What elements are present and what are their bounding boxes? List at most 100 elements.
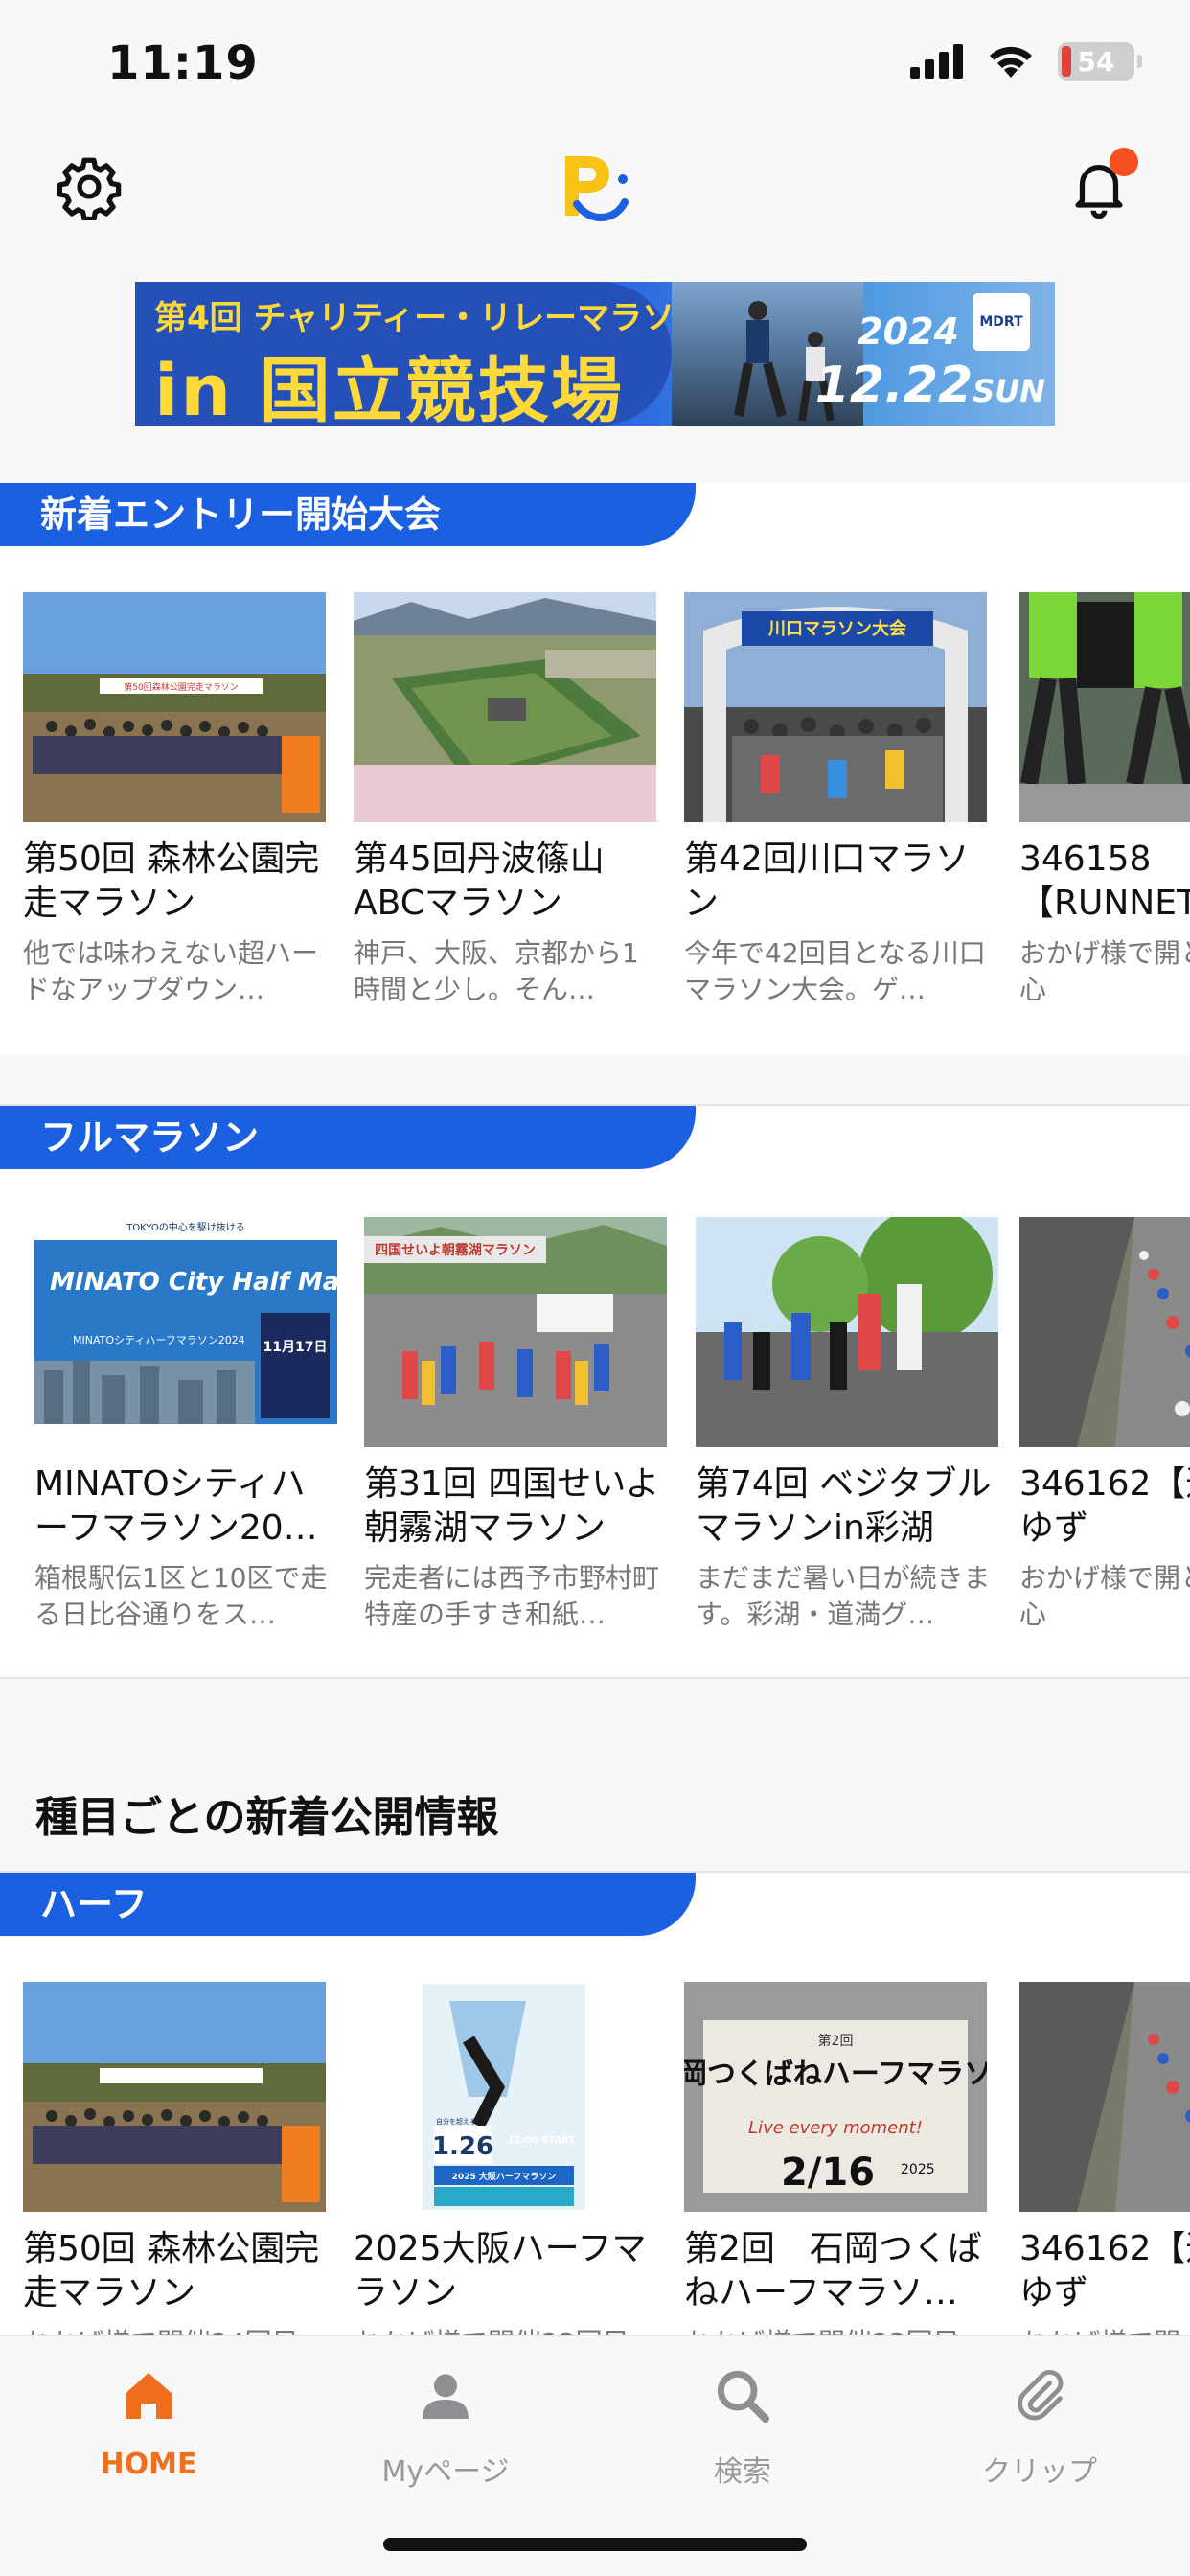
race-photo bbox=[1019, 592, 1190, 822]
tab-label: HOME bbox=[100, 2448, 197, 2481]
race-banner-text: 第50回森林公園完走マラソン bbox=[124, 681, 238, 693]
banner-area: 第4回 チャリティー・リレーマラソン in 国立競技場 MDRT 2024 12… bbox=[0, 249, 1190, 483]
tab-label: Myページ bbox=[381, 2455, 510, 2489]
race-description: おかげ様で開となり、初心 bbox=[1019, 1562, 1190, 1630]
race-card[interactable]: 第50回 森林公園完走マラソン おかげ様で開催24回目 bbox=[23, 1982, 326, 2334]
race-description: 他では味わえない超ハードなアップダウン… bbox=[23, 937, 319, 1005]
section-new-entry: 新着エントリー開始大会 第50回森林公園完走マラソン 第50回 森林公園完走マラ… bbox=[0, 483, 1190, 1054]
cellular-signal-icon bbox=[910, 44, 963, 79]
race-photo: 第2回 石岡つくばねハーフマラソン Live every moment! 2/1… bbox=[684, 1982, 987, 2212]
banner-year: 2024 bbox=[858, 310, 959, 353]
banner-date-value: 12.22 bbox=[814, 356, 973, 414]
sponsor-logo: MDRT bbox=[973, 293, 1030, 351]
race-description: おかげ様で開 bbox=[1019, 2325, 1190, 2334]
race-title: 346162【通常・ゆず bbox=[1019, 2229, 1190, 2312]
battery-level: 54 bbox=[1077, 45, 1115, 78]
poster-date: 1.26 bbox=[432, 2132, 493, 2161]
race-card[interactable]: 346162【通常・ゆず おかげ様で開 bbox=[1019, 1982, 1190, 2334]
race-description: 今年で42回目となる川口マラソン大会。ゲ… bbox=[684, 937, 986, 1005]
notification-button[interactable] bbox=[1065, 148, 1138, 220]
race-card[interactable]: 自分を超えろ! 1.26 12:00 START 2025 大阪ハーフマラソン … bbox=[354, 1982, 656, 2334]
arch-text: 川口マラソン大会 bbox=[767, 618, 906, 639]
status-bar: 11:19 54 bbox=[0, 0, 1190, 125]
race-photo: 自分を超えろ! 1.26 12:00 START 2025 大阪ハーフマラソン bbox=[354, 1982, 656, 2212]
race-card[interactable]: TOKYOの中心を駆け抜ける MINATO City Half Marathon… bbox=[34, 1217, 337, 1633]
poster-title: 2025 大阪ハーフマラソン bbox=[452, 2171, 557, 2182]
paperclip-icon bbox=[1018, 2369, 1064, 2421]
race-title: 第45回丹波篠山ABCマラソン bbox=[354, 840, 605, 923]
app-header bbox=[0, 125, 1190, 249]
poster-caption: 自分を超えろ! bbox=[436, 2117, 479, 2126]
race-description: おかげ様で開となり、初心 bbox=[1019, 937, 1190, 1005]
race-card[interactable]: 第50回森林公園完走マラソン 第50回 森林公園完走マラソン 他では味わえない超… bbox=[23, 592, 326, 1008]
card-carousel[interactable]: 第50回 森林公園完走マラソン おかげ様で開催24回目 自分を超えろ! 1.26… bbox=[0, 1982, 1190, 2334]
poster-date: 11月17日 bbox=[263, 1340, 328, 1355]
tab-clip[interactable]: クリップ bbox=[944, 2365, 1135, 2490]
tab-label: クリップ bbox=[982, 2455, 1097, 2489]
search-icon bbox=[717, 2370, 769, 2423]
banner-title: in 国立競技場 bbox=[154, 350, 624, 426]
wifi-icon bbox=[990, 46, 1032, 78]
race-title: 第74回 ベジタブルマラソンin彩湖 bbox=[696, 1464, 992, 1548]
race-description: おかげ様で開催23回目 bbox=[684, 2325, 987, 2334]
race-description: おかげ様で開催23回目 bbox=[354, 2325, 656, 2334]
section-half: ハーフ 第50回 森林公園完走マラソン おかげ様で開催24回目 bbox=[0, 1873, 1190, 2334]
race-photo: 四国せいよ朝霧湖マラソン bbox=[364, 1217, 667, 1447]
race-card[interactable]: 四国せいよ朝霧湖マラソン 第31回 四国せいよ朝霧湖マラソン 完走者には西予市野… bbox=[364, 1217, 667, 1633]
race-card[interactable]: 第45回丹波篠山ABCマラソン 神戸、大阪、京都から1時間と少し。そん… bbox=[354, 592, 656, 1008]
person-icon bbox=[423, 2374, 469, 2419]
banner-date: 12.22SUN bbox=[815, 356, 1045, 414]
poster-subtitle: MINATOシティハーフマラソン2024 bbox=[73, 1334, 245, 1346]
race-photo bbox=[1019, 1982, 1190, 2212]
notification-badge bbox=[1110, 148, 1138, 176]
race-card[interactable]: 第74回 ベジタブルマラソンin彩湖 まだまだ暑い日が続きます。彩湖・道満グ… bbox=[696, 1217, 998, 1633]
poster-round: 第2回 bbox=[818, 2033, 854, 2049]
section-gap bbox=[0, 1054, 1190, 1104]
home-icon bbox=[126, 2373, 172, 2419]
promo-banner[interactable]: 第4回 チャリティー・リレーマラソン in 国立競技場 MDRT 2024 12… bbox=[135, 282, 1055, 426]
race-title: 346162【通常・ゆず bbox=[1019, 1464, 1190, 1548]
section-full-marathon: フルマラソン TOKYOの中心を駆け抜ける MINATO City Half M… bbox=[0, 1106, 1190, 1677]
race-photo bbox=[23, 1982, 326, 2212]
card-carousel[interactable]: TOKYOの中心を駆け抜ける MINATO City Half Marathon… bbox=[0, 1217, 1190, 1658]
race-photo: TOKYOの中心を駆け抜ける MINATO City Half Marathon… bbox=[34, 1217, 337, 1447]
race-description: 完走者には西予市野村町特産の手すき和紙… bbox=[364, 1562, 660, 1630]
banner-weekday: SUN bbox=[973, 373, 1045, 409]
race-title: 第50回 森林公園完走マラソン bbox=[23, 840, 320, 923]
race-photo bbox=[696, 1217, 998, 1447]
race-title: 第42回川口マラソン bbox=[684, 840, 970, 923]
section-title: ハーフ bbox=[0, 1873, 696, 1936]
race-title: 第2回 石岡つくばねハーフマラソ… bbox=[684, 2229, 982, 2312]
gear-icon[interactable] bbox=[56, 153, 123, 220]
poster-start: 12:00 START bbox=[508, 2135, 576, 2146]
race-card[interactable]: 346158【RUNNET おかげ様で開となり、初心 bbox=[1019, 592, 1190, 1008]
app-logo bbox=[565, 156, 629, 221]
race-description: おかげ様で開催24回目 bbox=[23, 2325, 326, 2334]
status-time: 11:19 bbox=[107, 36, 259, 90]
tab-search[interactable]: 検索 bbox=[647, 2365, 838, 2490]
race-title: 第50回 森林公園完走マラソン bbox=[23, 2229, 320, 2312]
race-card[interactable]: 川口マラソン大会 第42回川口マラソン 今年で42回目となる川口マラソン大会。ゲ… bbox=[684, 592, 987, 1008]
race-banner-text: 四国せいよ朝霧湖マラソン bbox=[375, 1242, 536, 1258]
section-title: フルマラソン bbox=[0, 1106, 696, 1169]
section-title: 新着エントリー開始大会 bbox=[0, 483, 696, 546]
race-photo: 川口マラソン大会 bbox=[684, 592, 987, 822]
battery-icon: 54 bbox=[1058, 42, 1142, 80]
tab-home[interactable]: HOME bbox=[53, 2365, 244, 2481]
race-photo bbox=[354, 592, 656, 822]
race-card[interactable]: 346162【通常・ゆず おかげ様で開となり、初心 bbox=[1019, 1217, 1190, 1633]
poster-title: 石岡つくばねハーフマラソン bbox=[684, 2058, 987, 2091]
poster-year: 2025 bbox=[901, 2162, 935, 2177]
tab-label: 検索 bbox=[714, 2455, 771, 2489]
race-photo: 第50回森林公園完走マラソン bbox=[23, 592, 326, 822]
race-description: まだまだ暑い日が続きます。彩湖・道満グ… bbox=[696, 1562, 991, 1630]
card-carousel[interactable]: 第50回森林公園完走マラソン 第50回 森林公園完走マラソン 他では味わえない超… bbox=[0, 592, 1190, 1033]
race-card[interactable]: 第2回 石岡つくばねハーフマラソン Live every moment! 2/1… bbox=[684, 1982, 987, 2334]
race-title: 346158【RUNNET bbox=[1019, 840, 1190, 923]
race-title: MINATOシティハーフマラソン20… bbox=[34, 1464, 318, 1548]
race-description: 箱根駅伝1区と10区で走る日比谷通りをス… bbox=[34, 1562, 328, 1630]
home-indicator[interactable] bbox=[383, 2538, 807, 2551]
tab-mypage[interactable]: Myページ bbox=[350, 2365, 541, 2490]
race-photo bbox=[1019, 1217, 1190, 1447]
status-icons: 54 bbox=[910, 42, 1142, 80]
